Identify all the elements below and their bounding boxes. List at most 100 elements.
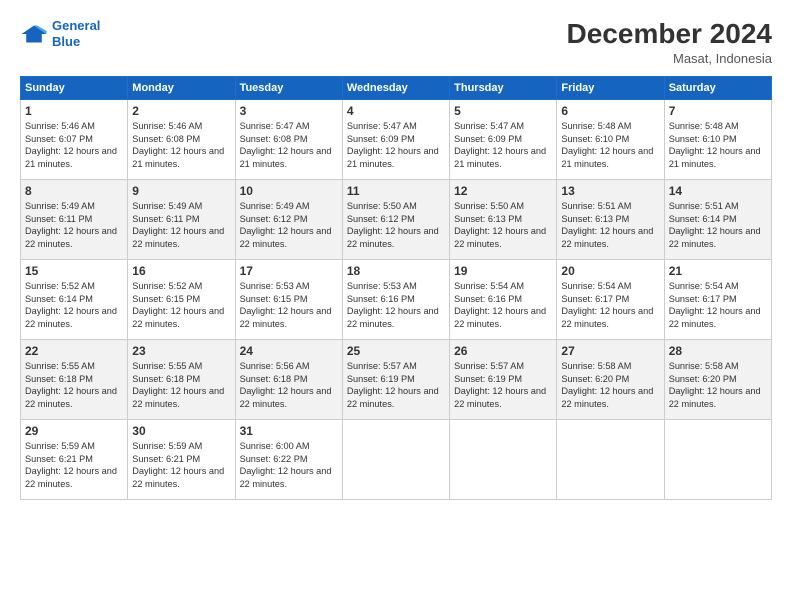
day-number: 28 [669,344,767,358]
day-info: Sunrise: 5:59 AMSunset: 6:21 PMDaylight:… [25,440,123,491]
day-number: 16 [132,264,230,278]
logo: General Blue [20,18,100,49]
calendar-cell: 22 Sunrise: 5:55 AMSunset: 6:18 PMDaylig… [21,340,128,420]
day-number: 11 [347,184,445,198]
day-info: Sunrise: 5:53 AMSunset: 6:15 PMDaylight:… [240,280,338,331]
header-wednesday: Wednesday [342,77,449,100]
day-number: 21 [669,264,767,278]
calendar-cell: 13 Sunrise: 5:51 AMSunset: 6:13 PMDaylig… [557,180,664,260]
calendar-cell: 31 Sunrise: 6:00 AMSunset: 6:22 PMDaylig… [235,420,342,500]
calendar-cell: 10 Sunrise: 5:49 AMSunset: 6:12 PMDaylig… [235,180,342,260]
day-number: 7 [669,104,767,118]
calendar-cell: 28 Sunrise: 5:58 AMSunset: 6:20 PMDaylig… [664,340,771,420]
day-info: Sunrise: 5:51 AMSunset: 6:13 PMDaylight:… [561,200,659,251]
logo-icon [20,23,48,45]
calendar-cell: 24 Sunrise: 5:56 AMSunset: 6:18 PMDaylig… [235,340,342,420]
calendar-cell: 3 Sunrise: 5:47 AMSunset: 6:08 PMDayligh… [235,100,342,180]
day-number: 9 [132,184,230,198]
calendar-cell: 8 Sunrise: 5:49 AMSunset: 6:11 PMDayligh… [21,180,128,260]
header-thursday: Thursday [450,77,557,100]
day-info: Sunrise: 5:47 AMSunset: 6:08 PMDaylight:… [240,120,338,171]
calendar-cell: 19 Sunrise: 5:54 AMSunset: 6:16 PMDaylig… [450,260,557,340]
calendar-cell: 7 Sunrise: 5:48 AMSunset: 6:10 PMDayligh… [664,100,771,180]
day-number: 25 [347,344,445,358]
calendar-cell: 14 Sunrise: 5:51 AMSunset: 6:14 PMDaylig… [664,180,771,260]
day-info: Sunrise: 5:46 AMSunset: 6:08 PMDaylight:… [132,120,230,171]
logo-line2: Blue [52,34,80,49]
calendar-cell: 11 Sunrise: 5:50 AMSunset: 6:12 PMDaylig… [342,180,449,260]
day-info: Sunrise: 5:49 AMSunset: 6:11 PMDaylight:… [25,200,123,251]
day-number: 29 [25,424,123,438]
day-info: Sunrise: 5:50 AMSunset: 6:12 PMDaylight:… [347,200,445,251]
day-number: 14 [669,184,767,198]
day-info: Sunrise: 5:47 AMSunset: 6:09 PMDaylight:… [454,120,552,171]
day-info: Sunrise: 5:46 AMSunset: 6:07 PMDaylight:… [25,120,123,171]
day-info: Sunrise: 5:58 AMSunset: 6:20 PMDaylight:… [669,360,767,411]
day-info: Sunrise: 5:59 AMSunset: 6:21 PMDaylight:… [132,440,230,491]
calendar-cell: 16 Sunrise: 5:52 AMSunset: 6:15 PMDaylig… [128,260,235,340]
day-info: Sunrise: 6:00 AMSunset: 6:22 PMDaylight:… [240,440,338,491]
header-sunday: Sunday [21,77,128,100]
day-number: 12 [454,184,552,198]
calendar-week-1: 1 Sunrise: 5:46 AMSunset: 6:07 PMDayligh… [21,100,772,180]
page: General Blue December 2024 Masat, Indone… [0,0,792,612]
header: General Blue December 2024 Masat, Indone… [20,18,772,66]
calendar-cell: 20 Sunrise: 5:54 AMSunset: 6:17 PMDaylig… [557,260,664,340]
day-info: Sunrise: 5:56 AMSunset: 6:18 PMDaylight:… [240,360,338,411]
day-info: Sunrise: 5:52 AMSunset: 6:15 PMDaylight:… [132,280,230,331]
header-tuesday: Tuesday [235,77,342,100]
logo-line1: General [52,18,100,33]
day-number: 2 [132,104,230,118]
day-info: Sunrise: 5:49 AMSunset: 6:11 PMDaylight:… [132,200,230,251]
weekday-header-row: Sunday Monday Tuesday Wednesday Thursday… [21,77,772,100]
day-info: Sunrise: 5:53 AMSunset: 6:16 PMDaylight:… [347,280,445,331]
day-number: 27 [561,344,659,358]
title-block: December 2024 Masat, Indonesia [567,18,772,66]
day-number: 26 [454,344,552,358]
calendar-cell: 9 Sunrise: 5:49 AMSunset: 6:11 PMDayligh… [128,180,235,260]
calendar-cell: 25 Sunrise: 5:57 AMSunset: 6:19 PMDaylig… [342,340,449,420]
day-info: Sunrise: 5:57 AMSunset: 6:19 PMDaylight:… [347,360,445,411]
header-friday: Friday [557,77,664,100]
header-saturday: Saturday [664,77,771,100]
calendar-cell: 6 Sunrise: 5:48 AMSunset: 6:10 PMDayligh… [557,100,664,180]
calendar-cell: 30 Sunrise: 5:59 AMSunset: 6:21 PMDaylig… [128,420,235,500]
calendar-week-4: 22 Sunrise: 5:55 AMSunset: 6:18 PMDaylig… [21,340,772,420]
day-info: Sunrise: 5:52 AMSunset: 6:14 PMDaylight:… [25,280,123,331]
calendar-cell [450,420,557,500]
day-info: Sunrise: 5:55 AMSunset: 6:18 PMDaylight:… [25,360,123,411]
day-info: Sunrise: 5:54 AMSunset: 6:16 PMDaylight:… [454,280,552,331]
calendar-cell: 29 Sunrise: 5:59 AMSunset: 6:21 PMDaylig… [21,420,128,500]
day-info: Sunrise: 5:48 AMSunset: 6:10 PMDaylight:… [561,120,659,171]
calendar-week-3: 15 Sunrise: 5:52 AMSunset: 6:14 PMDaylig… [21,260,772,340]
day-number: 24 [240,344,338,358]
calendar-cell: 15 Sunrise: 5:52 AMSunset: 6:14 PMDaylig… [21,260,128,340]
day-number: 17 [240,264,338,278]
calendar-cell: 21 Sunrise: 5:54 AMSunset: 6:17 PMDaylig… [664,260,771,340]
day-number: 15 [25,264,123,278]
day-number: 20 [561,264,659,278]
calendar-cell [342,420,449,500]
day-number: 10 [240,184,338,198]
calendar-body: 1 Sunrise: 5:46 AMSunset: 6:07 PMDayligh… [21,100,772,500]
day-info: Sunrise: 5:50 AMSunset: 6:13 PMDaylight:… [454,200,552,251]
day-number: 4 [347,104,445,118]
day-info: Sunrise: 5:49 AMSunset: 6:12 PMDaylight:… [240,200,338,251]
day-number: 22 [25,344,123,358]
calendar-table: Sunday Monday Tuesday Wednesday Thursday… [20,76,772,500]
header-monday: Monday [128,77,235,100]
day-info: Sunrise: 5:58 AMSunset: 6:20 PMDaylight:… [561,360,659,411]
logo-text: General Blue [52,18,100,49]
day-number: 19 [454,264,552,278]
calendar-cell [557,420,664,500]
day-info: Sunrise: 5:55 AMSunset: 6:18 PMDaylight:… [132,360,230,411]
day-number: 31 [240,424,338,438]
day-info: Sunrise: 5:54 AMSunset: 6:17 PMDaylight:… [669,280,767,331]
calendar-cell [664,420,771,500]
day-info: Sunrise: 5:48 AMSunset: 6:10 PMDaylight:… [669,120,767,171]
day-info: Sunrise: 5:47 AMSunset: 6:09 PMDaylight:… [347,120,445,171]
day-number: 13 [561,184,659,198]
calendar-cell: 17 Sunrise: 5:53 AMSunset: 6:15 PMDaylig… [235,260,342,340]
calendar-cell: 1 Sunrise: 5:46 AMSunset: 6:07 PMDayligh… [21,100,128,180]
day-info: Sunrise: 5:54 AMSunset: 6:17 PMDaylight:… [561,280,659,331]
